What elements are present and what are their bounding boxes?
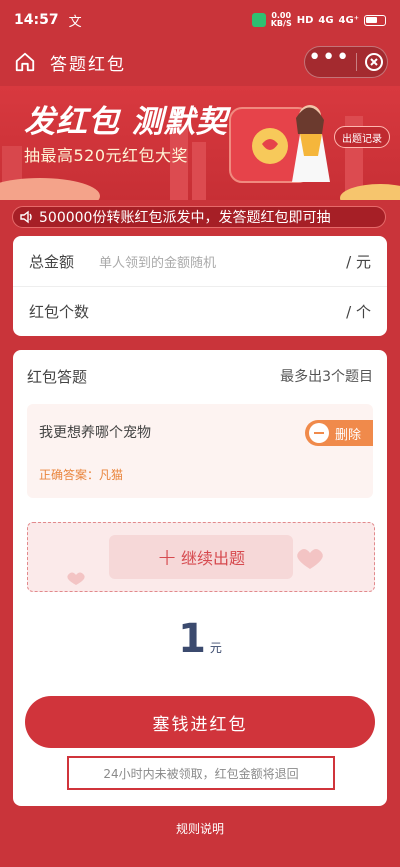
question-card-title: 红包答题 (27, 367, 88, 386)
question-card: 红包答题 最多出3个题目 我更想养哪个宠物 删除 正确答案：凡猫 + 继续出题 … (13, 350, 387, 806)
speaker-icon (20, 210, 32, 224)
page-title: 答题红包 (50, 54, 126, 75)
status-indicators: 0.00 KB/S HD 4G 4G⁺ (251, 12, 386, 28)
rules-link[interactable]: 规则说明 (0, 820, 400, 837)
amount-value: 1 (178, 616, 206, 662)
total-amount-unit: / 元 (346, 252, 371, 271)
add-question-area[interactable]: + 继续出题 (27, 522, 375, 592)
home-button[interactable] (12, 49, 38, 75)
amount-display: 1元 (13, 616, 387, 662)
question-history-button[interactable]: 出题记录 (334, 126, 390, 148)
status-bar: 14:57 文 0.00 KB/S HD 4G 4G⁺ (0, 0, 400, 40)
amount-unit: 元 (209, 641, 222, 655)
status-time: 14:57 (14, 12, 59, 28)
banner-subtitle: 抽最高520元红包大奖 (24, 146, 189, 165)
shield-icon (251, 13, 266, 27)
capsule-divider (356, 53, 358, 71)
question-text: 我更想养哪个宠物 (39, 425, 151, 441)
delete-question-button[interactable]: 删除 (305, 420, 373, 446)
close-circle-icon[interactable] (364, 52, 384, 72)
notice-bar: 500000份转账红包派发中，发答题红包即可抽 (12, 206, 386, 228)
delete-label: 删除 (335, 427, 362, 443)
heart-decoration-icon (67, 549, 323, 585)
more-dots-icon[interactable]: ••• (308, 47, 350, 69)
packet-count-row[interactable]: 红包个数 / 个 (13, 286, 387, 336)
total-amount-row[interactable]: 总金额 单人领到的金额随机 / 元 (13, 236, 387, 286)
mini-program-capsule: ••• (304, 46, 388, 78)
minus-icon (309, 423, 329, 443)
refund-note: 24小时内未被领取，红包金额将退回 (67, 756, 335, 790)
promo-banner[interactable]: 发红包 测默契 抽最高520元红包大奖 出题记录 (0, 86, 400, 200)
packet-count-unit: / 个 (346, 303, 371, 321)
battery-icon (364, 14, 386, 26)
status-app-glyph: 文 (68, 14, 82, 30)
total-amount-input[interactable]: 单人领到的金额随机 (99, 252, 216, 271)
total-amount-label: 总金额 (29, 252, 75, 271)
submit-money-button[interactable]: 塞钱进红包 (25, 696, 375, 748)
banner-title: 发红包 测默契 (24, 104, 228, 140)
net-speed: 0.00 KB/S (271, 12, 292, 28)
amount-card: 总金额 单人领到的金额随机 / 元 红包个数 / 个 (13, 236, 387, 336)
max-questions-note: 最多出3个题目 (280, 369, 373, 385)
correct-answer: 正确答案：凡猫 (39, 468, 124, 482)
question-card-header: 红包答题 最多出3个题目 (13, 350, 387, 402)
net-speed-unit: KB/S (270, 19, 292, 28)
packet-count-label: 红包个数 (29, 303, 90, 321)
home-icon (15, 52, 35, 72)
question-item[interactable]: 我更想养哪个宠物 删除 正确答案：凡猫 (27, 404, 373, 498)
signal-sim2: 4G⁺ (338, 14, 359, 26)
nav-bar: 答题红包 ••• (0, 42, 400, 82)
signal-sim1: 4G (318, 14, 334, 26)
hd-indicator: HD (296, 14, 314, 26)
notice-text: 500000份转账红包派发中，发答题红包即可抽 (39, 210, 331, 226)
